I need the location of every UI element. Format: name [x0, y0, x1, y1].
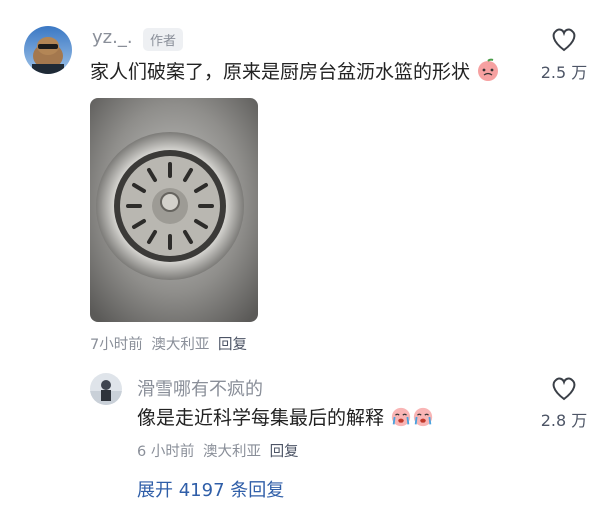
crying-face-emoji — [390, 406, 412, 433]
comment-time: 7小时前 — [90, 337, 143, 353]
reply-meta: 6 小时前 澳大利亚 回复 — [137, 440, 303, 461]
reply-button[interactable]: 回复 — [270, 444, 299, 460]
reply-time: 6 小时前 — [137, 444, 195, 460]
comment-username[interactable]: yz._. — [92, 27, 133, 48]
reply-text: 像是走近科学每集最后的解释 — [137, 403, 434, 433]
crying-face-emoji — [412, 406, 434, 433]
reply-username[interactable]: 滑雪哪有不疯的 — [137, 375, 263, 401]
comment-meta: 7小时前 澳大利亚 回复 — [90, 333, 251, 354]
comment-text: 家人们破案了，原来是厨房台盆沥水篮的形状 — [90, 57, 500, 87]
reply-button[interactable]: 回复 — [218, 337, 247, 353]
comment-location: 澳大利亚 — [151, 337, 210, 353]
author-badge: 作者 — [143, 28, 184, 51]
comment-text-content: 家人们破案了，原来是厨房台盆沥水篮的形状 — [90, 61, 471, 83]
avatar[interactable] — [90, 373, 122, 405]
comment-image-sink-strainer[interactable] — [90, 98, 258, 322]
like-count: 2.8 万 — [540, 411, 588, 430]
like-count: 2.5 万 — [540, 63, 588, 82]
heart-icon[interactable] — [550, 26, 578, 52]
peach-face-emoji — [476, 58, 500, 87]
avatar[interactable] — [24, 26, 72, 74]
reply-location: 澳大利亚 — [202, 444, 261, 460]
reply-text-content: 像是走近科学每集最后的解释 — [137, 407, 385, 429]
heart-icon[interactable] — [550, 375, 578, 401]
expand-replies-link[interactable]: 展开 4197 条回复 — [137, 476, 284, 502]
